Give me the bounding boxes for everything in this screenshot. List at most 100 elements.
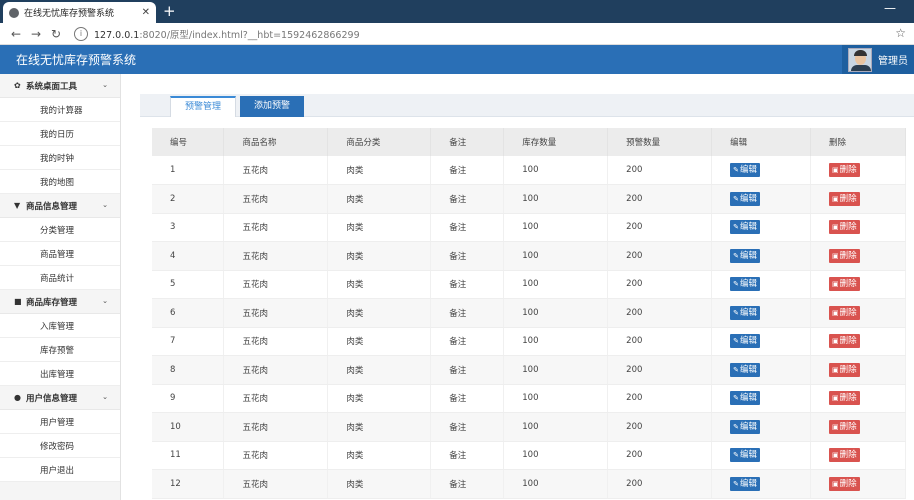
- edit-button[interactable]: ✎编辑: [730, 220, 760, 235]
- cell-note: 备注: [430, 441, 505, 470]
- cell-category: 肉类: [327, 469, 432, 499]
- chevron-down-icon: ⌄: [102, 393, 108, 401]
- column-header-note: 备注: [430, 128, 505, 156]
- cell-edit: ✎编辑: [711, 298, 812, 328]
- sidebar-group-inventory[interactable]: ■ 商品库存管理 ⌄: [0, 290, 120, 314]
- cell-edit: ✎编辑: [711, 327, 812, 356]
- content-tabs: 预警管理 添加预警: [140, 94, 914, 117]
- cell-note: 备注: [430, 184, 505, 214]
- sidebar-group-label: 用户信息管理: [26, 393, 78, 404]
- delete-button-label: 删除: [839, 364, 857, 375]
- url-field[interactable]: 127.0.0.1:8020/原型/index.html?__hbt=15924…: [94, 27, 360, 41]
- edit-button[interactable]: ✎编辑: [730, 191, 760, 206]
- cell-id: 2: [152, 184, 225, 214]
- table-row: 9 五花肉 肉类 备注 100 200 ✎编辑 ▣删除: [152, 384, 906, 413]
- table-row: 10 五花肉 肉类 备注 100 200 ✎编辑 ▣删除: [152, 412, 906, 442]
- cell-product-name: 五花肉: [223, 241, 329, 271]
- edit-button[interactable]: ✎编辑: [730, 419, 760, 434]
- cell-edit: ✎编辑: [711, 384, 812, 413]
- delete-button[interactable]: ▣删除: [829, 362, 860, 377]
- sidebar-item-categories[interactable]: 分类管理: [0, 218, 120, 242]
- cell-warning-qty: 200: [607, 184, 713, 214]
- sidebar-group-product-info[interactable]: ▼ 商品信息管理 ⌄: [0, 194, 120, 218]
- sidebar-item-stock-in[interactable]: 入库管理: [0, 314, 120, 338]
- cell-warning-qty: 200: [607, 241, 713, 271]
- app-title: 在线无忧库存预警系统: [16, 53, 137, 67]
- edit-button[interactable]: ✎编辑: [730, 362, 760, 377]
- cell-category: 肉类: [327, 270, 432, 299]
- edit-icon: ✎: [733, 451, 739, 460]
- cell-edit: ✎编辑: [711, 441, 812, 470]
- delete-button[interactable]: ▣删除: [829, 248, 860, 263]
- sidebar-group-desktop-tools[interactable]: ✿ 系统桌面工具 ⌄: [0, 74, 120, 98]
- edit-button[interactable]: ✎编辑: [730, 248, 760, 263]
- cell-category: 肉类: [327, 156, 432, 185]
- delete-button-label: 删除: [839, 336, 857, 347]
- forward-icon[interactable]: →: [26, 27, 46, 41]
- cell-id: 1: [152, 156, 225, 185]
- edit-button-label: 编辑: [739, 336, 757, 347]
- close-tab-icon[interactable]: ✕: [142, 7, 150, 18]
- back-icon[interactable]: ←: [6, 27, 26, 41]
- delete-button-label: 删除: [839, 279, 857, 290]
- user-icon: ●: [14, 393, 21, 402]
- sidebar-item-map[interactable]: 我的地图: [0, 170, 120, 194]
- edit-button[interactable]: ✎编辑: [730, 163, 760, 177]
- delete-button[interactable]: ▣删除: [829, 163, 860, 177]
- sidebar-item-products[interactable]: 商品管理: [0, 242, 120, 266]
- cell-note: 备注: [430, 412, 505, 442]
- sidebar-item-product-stats[interactable]: 商品统计: [0, 266, 120, 290]
- browser-tab[interactable]: 在线无忧库存预警系统 ✕: [3, 2, 156, 23]
- delete-button[interactable]: ▣删除: [829, 305, 860, 320]
- trash-icon: ▣: [832, 451, 839, 460]
- delete-button-label: 删除: [839, 165, 857, 175]
- cell-product-name: 五花肉: [223, 412, 329, 442]
- trash-icon: ▣: [832, 365, 839, 374]
- sidebar-item-clock[interactable]: 我的时钟: [0, 146, 120, 170]
- address-bar: ← → ↻ i 127.0.0.1:8020/原型/index.html?__h…: [0, 23, 914, 45]
- bookmark-star-icon[interactable]: ☆: [895, 26, 906, 40]
- info-icon[interactable]: i: [74, 26, 88, 41]
- delete-button-label: 删除: [839, 450, 857, 461]
- edit-icon: ✎: [733, 479, 739, 488]
- cell-stock: 100: [503, 184, 609, 214]
- sidebar-item-stock-out[interactable]: 出库管理: [0, 362, 120, 386]
- column-header-delete: 删除: [810, 128, 906, 156]
- avatar: [848, 47, 872, 72]
- reload-icon[interactable]: ↻: [46, 27, 66, 41]
- edit-button[interactable]: ✎编辑: [730, 305, 760, 320]
- sidebar-item-stock-warning[interactable]: 库存预警: [0, 338, 120, 362]
- tab-add-warning[interactable]: 添加预警: [240, 96, 305, 117]
- edit-button[interactable]: ✎编辑: [730, 448, 760, 463]
- user-menu[interactable]: 管理员: [842, 45, 914, 74]
- edit-button[interactable]: ✎编辑: [730, 277, 760, 292]
- minimize-icon[interactable]: —: [884, 1, 896, 15]
- delete-button[interactable]: ▣删除: [829, 419, 860, 434]
- delete-button[interactable]: ▣删除: [829, 448, 860, 463]
- sidebar-item-change-password[interactable]: 修改密码: [0, 434, 120, 458]
- cell-warning-qty: 200: [607, 355, 713, 385]
- edit-icon: ✎: [733, 337, 739, 346]
- edit-icon: ✎: [733, 394, 739, 403]
- sidebar-item-calendar[interactable]: 我的日历: [0, 122, 120, 146]
- delete-button[interactable]: ▣删除: [829, 220, 860, 235]
- cell-edit: ✎编辑: [711, 184, 812, 214]
- delete-button[interactable]: ▣删除: [829, 191, 860, 206]
- tab-warning-management[interactable]: 预警管理: [170, 96, 237, 117]
- sidebar-item-logout[interactable]: 用户退出: [0, 458, 120, 482]
- edit-icon: ✎: [733, 280, 739, 289]
- delete-button[interactable]: ▣删除: [829, 476, 860, 491]
- new-tab-button[interactable]: +: [163, 2, 176, 21]
- cell-edit: ✎编辑: [711, 355, 812, 385]
- edit-button[interactable]: ✎编辑: [730, 391, 760, 406]
- delete-button[interactable]: ▣删除: [829, 334, 860, 349]
- delete-button-label: 删除: [839, 478, 857, 489]
- sidebar-item-user-management[interactable]: 用户管理: [0, 410, 120, 434]
- trash-icon: ▣: [832, 280, 839, 289]
- delete-button[interactable]: ▣删除: [829, 277, 860, 292]
- edit-button[interactable]: ✎编辑: [730, 476, 760, 491]
- delete-button[interactable]: ▣删除: [829, 391, 860, 406]
- edit-button[interactable]: ✎编辑: [730, 334, 760, 349]
- sidebar-group-users[interactable]: ● 用户信息管理 ⌄: [0, 386, 120, 410]
- sidebar-item-calculator[interactable]: 我的计算器: [0, 98, 120, 122]
